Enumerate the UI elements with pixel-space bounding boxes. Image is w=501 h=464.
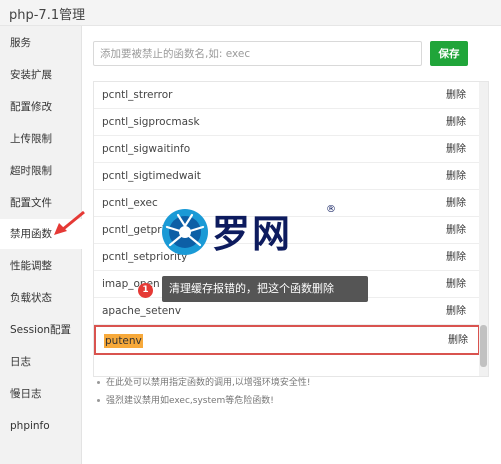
save-button[interactable]: 保存 — [430, 41, 468, 66]
red-arrow-icon — [54, 210, 85, 235]
tip-text: 在此处可以禁用指定函数的调用,以增强环境安全性! — [106, 378, 311, 388]
sidebar-item-log[interactable]: 日志 — [0, 347, 82, 377]
bullet-icon — [97, 381, 100, 384]
bullet-icon — [97, 399, 100, 402]
function-name: pcntl_strerror — [102, 89, 173, 101]
annotation-text: 清理缓存报错的，把这个函数删除 — [162, 276, 368, 302]
function-name: apache_setenv — [102, 305, 182, 317]
table-row: pcntl_sigprocmask 删除 — [94, 109, 480, 136]
function-name-highlighted: putenv — [104, 334, 143, 348]
sidebar-item-performance[interactable]: 性能调整 — [0, 251, 82, 281]
sidebar-item-service[interactable]: 服务 — [0, 28, 82, 58]
tip-text: 强烈建议禁用如exec,system等危险函数! — [106, 396, 274, 406]
sidebar-item-install-extension[interactable]: 安装扩展 — [0, 60, 82, 90]
sidebar-item-session-config[interactable]: Session配置 — [0, 315, 82, 345]
table-row: pcntl_sigtimedwait 删除 — [94, 163, 480, 190]
delete-link[interactable]: 删除 — [446, 136, 466, 163]
table-row: pcntl_strerror 删除 — [94, 82, 480, 109]
tip-item: 在此处可以禁用指定函数的调用,以增强环境安全性! — [97, 375, 397, 388]
spider-logo-icon — [162, 209, 208, 255]
delete-link[interactable]: 删除 — [446, 190, 466, 217]
sidebar-item-slow-log[interactable]: 慢日志 — [0, 379, 82, 409]
table-scrollbar[interactable] — [479, 82, 488, 376]
table-row-highlighted: putenv 删除 — [94, 325, 480, 355]
sidebar-item-upload-limit[interactable]: 上传限制 — [0, 124, 82, 154]
tip-item: 强烈建议禁用如exec,system等危险函数! — [97, 393, 397, 406]
delete-link[interactable]: 删除 — [446, 82, 466, 109]
delete-link[interactable]: 删除 — [448, 327, 468, 354]
table-row: pcntl_sigwaitinfo 删除 — [94, 136, 480, 163]
function-name: pcntl_sigprocmask — [102, 116, 200, 128]
function-name-input[interactable] — [93, 41, 422, 66]
sidebar-item-phpinfo[interactable]: phpinfo — [0, 411, 82, 441]
delete-link[interactable]: 删除 — [446, 163, 466, 190]
delete-link[interactable]: 删除 — [446, 217, 466, 244]
scrollbar-thumb[interactable] — [480, 325, 487, 367]
delete-link[interactable]: 删除 — [446, 271, 466, 298]
annotation-badge: 1 — [138, 283, 153, 298]
delete-link[interactable]: 删除 — [446, 298, 466, 325]
function-name: pcntl_exec — [102, 197, 158, 209]
table-row: apache_setenv 删除 — [94, 298, 480, 325]
delete-link[interactable]: 删除 — [446, 109, 466, 136]
function-name: pcntl_sigtimedwait — [102, 170, 201, 182]
window-titlebar: php-7.1管理 — [0, 0, 501, 26]
watermark-text: 罗网 — [212, 212, 293, 256]
delete-link[interactable]: 删除 — [446, 244, 466, 271]
registered-mark: ® — [326, 204, 336, 215]
window-title: php-7.1管理 — [9, 8, 86, 23]
sidebar-nav: 服务 安装扩展 配置修改 上传限制 超时限制 配置文件 禁用函数 性能调整 负载… — [0, 26, 82, 464]
sidebar-item-config-edit[interactable]: 配置修改 — [0, 92, 82, 122]
watermark-logo: 罗网 ® — [160, 204, 340, 261]
function-name: pcntl_sigwaitinfo — [102, 143, 191, 155]
sidebar-item-load-status[interactable]: 负载状态 — [0, 283, 82, 313]
sidebar-item-timeout-limit[interactable]: 超时限制 — [0, 156, 82, 186]
